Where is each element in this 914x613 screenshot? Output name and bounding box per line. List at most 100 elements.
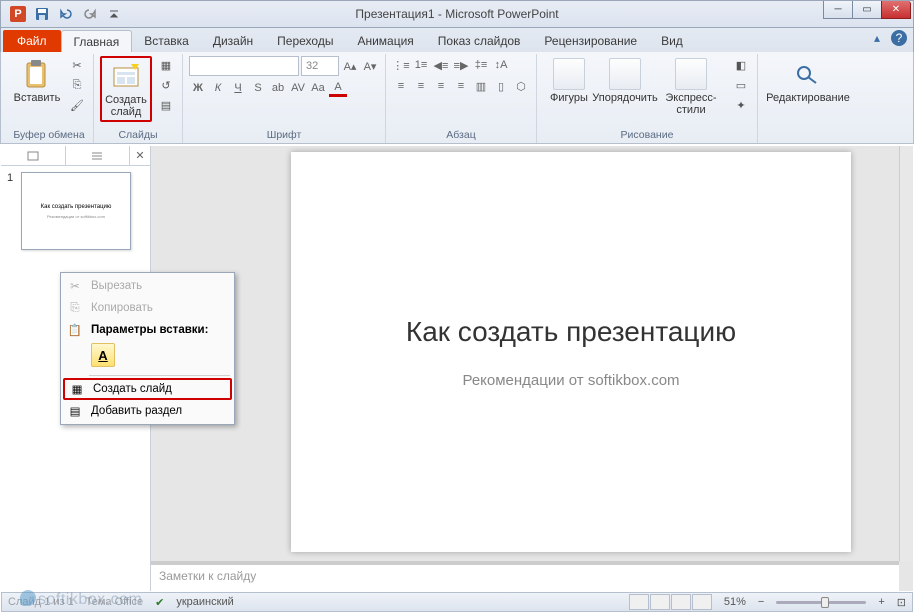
tab-design[interactable]: Дизайн — [201, 30, 265, 52]
statusbar: Слайд 1 из 1 Тема Office ✔ украинский 51… — [1, 592, 913, 612]
spell-check-icon[interactable]: ✔ — [155, 596, 164, 609]
fit-window-icon[interactable]: ⊡ — [897, 596, 906, 609]
save-icon[interactable] — [31, 4, 53, 24]
group-paragraph: ⋮≡ 1≡ ◀≡ ≡▶ ‡≡ ↕A ≡ ≡ ≡ ≡ ▥ ▯ ⬡ Абзац — [386, 54, 537, 143]
spacing-icon[interactable]: AV — [289, 79, 307, 97]
minimize-button[interactable]: ─ — [823, 1, 853, 19]
group-font: 32 A▴ A▾ Ж К Ч S ab AV Aa A Шрифт — [183, 54, 386, 143]
vertical-scrollbar[interactable] — [899, 146, 913, 561]
group-editing: Редактирование — [758, 54, 858, 143]
maximize-button[interactable]: ▭ — [852, 1, 882, 19]
slide-subtitle[interactable]: Рекомендации от softikbox.com — [462, 372, 679, 389]
copy-icon: ⎘ — [67, 300, 83, 316]
cm-paste-options-header: 📋 Параметры вставки: — [63, 319, 232, 341]
close-panel-icon[interactable]: ✕ — [130, 146, 150, 165]
indent-inc-icon[interactable]: ≡▶ — [452, 56, 470, 74]
cm-cut: ✂ Вырезать — [63, 275, 232, 297]
qat-customize-icon[interactable] — [103, 4, 125, 24]
file-tab[interactable]: Файл — [3, 30, 61, 52]
slide-editor[interactable]: Как создать презентацию Рекомендации от … — [151, 146, 913, 591]
scissors-icon: ✂ — [67, 278, 83, 294]
tab-animation[interactable]: Анимация — [345, 30, 425, 52]
help-icon[interactable]: ? — [891, 30, 907, 46]
align-right-icon[interactable]: ≡ — [432, 77, 450, 95]
indent-dec-icon[interactable]: ◀≡ — [432, 56, 450, 74]
font-color-icon[interactable]: A — [329, 79, 347, 97]
cm-copy: ⎘ Копировать — [63, 297, 232, 319]
tab-insert[interactable]: Вставка — [132, 30, 201, 52]
align-text-icon[interactable]: ▯ — [492, 77, 510, 95]
quick-styles-button[interactable]: Экспресс-стили — [655, 56, 727, 118]
font-name-combo[interactable] — [189, 56, 299, 76]
shapes-button[interactable]: Фигуры — [543, 56, 595, 106]
ribbon-tabs: Файл Главная Вставка Дизайн Переходы Ани… — [0, 28, 914, 52]
close-button[interactable]: ✕ — [881, 1, 911, 19]
undo-icon[interactable] — [55, 4, 77, 24]
align-center-icon[interactable]: ≡ — [412, 77, 430, 95]
layout-icon[interactable]: ▦ — [156, 56, 176, 74]
shape-effects-icon[interactable]: ✦ — [731, 96, 751, 114]
slide-canvas[interactable]: Как создать презентацию Рекомендации от … — [291, 152, 851, 552]
zoom-level[interactable]: 51% — [724, 596, 746, 608]
redo-icon[interactable] — [79, 4, 101, 24]
case-icon[interactable]: Aa — [309, 79, 327, 97]
normal-view-button[interactable] — [629, 594, 649, 610]
group-slides: Создать слайд ▦ ↺ ▤ Слайды — [94, 54, 183, 143]
shape-fill-icon[interactable]: ◧ — [731, 56, 751, 74]
italic-icon[interactable]: К — [209, 79, 227, 97]
bold-icon[interactable]: Ж — [189, 79, 207, 97]
zoom-slider[interactable] — [776, 601, 866, 604]
minimize-ribbon-icon[interactable]: ▴ — [869, 30, 885, 46]
zoom-out-icon[interactable]: − — [758, 596, 764, 608]
slide-thumbnail[interactable]: 1 Как создать презентацию Рекомендации о… — [7, 172, 144, 250]
text-direction-icon[interactable]: ↕A — [492, 56, 510, 74]
sorter-view-button[interactable] — [650, 594, 670, 610]
bullets-icon[interactable]: ⋮≡ — [392, 56, 410, 74]
numbering-icon[interactable]: 1≡ — [412, 56, 430, 74]
app-menu-icon[interactable]: P — [7, 4, 29, 24]
tab-slideshow[interactable]: Показ слайдов — [426, 30, 533, 52]
cut-icon[interactable]: ✂ — [67, 56, 87, 74]
tab-view[interactable]: Вид — [649, 30, 695, 52]
slide-title[interactable]: Как создать презентацию — [406, 316, 736, 348]
view-buttons — [629, 594, 712, 610]
format-painter-icon[interactable]: 🖌 — [67, 96, 87, 114]
paste-option-keep-text[interactable]: A — [91, 343, 115, 367]
section-icon: ▤ — [67, 403, 83, 419]
new-slide-button[interactable]: Создать слайд — [100, 56, 152, 122]
copy-icon[interactable]: ⎘ — [67, 76, 87, 94]
section-icon[interactable]: ▤ — [156, 96, 176, 114]
cm-add-section[interactable]: ▤ Добавить раздел — [63, 400, 232, 422]
underline-icon[interactable]: Ч — [229, 79, 247, 97]
reset-icon[interactable]: ↺ — [156, 76, 176, 94]
arrange-button[interactable]: Упорядочить — [599, 56, 651, 106]
shape-outline-icon[interactable]: ▭ — [731, 76, 751, 94]
justify-icon[interactable]: ≡ — [452, 77, 470, 95]
smartart-icon[interactable]: ⬡ — [512, 77, 530, 95]
outline-tab[interactable] — [66, 146, 131, 165]
grow-font-icon[interactable]: A▴ — [341, 57, 359, 75]
group-drawing: Фигуры Упорядочить Экспресс-стили ◧ ▭ ✦ … — [537, 54, 758, 143]
slideshow-view-button[interactable] — [692, 594, 712, 610]
font-size-combo[interactable]: 32 — [301, 56, 339, 76]
slides-tab[interactable] — [1, 146, 66, 165]
cm-new-slide[interactable]: ▦ Создать слайд — [63, 378, 232, 400]
reading-view-button[interactable] — [671, 594, 691, 610]
language-indicator[interactable]: украинский — [176, 596, 233, 608]
editing-button[interactable]: Редактирование — [764, 56, 852, 106]
columns-icon[interactable]: ▥ — [472, 77, 490, 95]
context-menu: ✂ Вырезать ⎘ Копировать 📋 Параметры вста… — [60, 272, 235, 425]
line-spacing-icon[interactable]: ‡≡ — [472, 56, 490, 74]
quick-access-toolbar: P — [1, 4, 125, 24]
tab-review[interactable]: Рецензирование — [532, 30, 649, 52]
align-left-icon[interactable]: ≡ — [392, 77, 410, 95]
titlebar: P Презентация1 - Microsoft PowerPoint ─ … — [0, 0, 914, 28]
notes-pane[interactable]: Заметки к слайду — [151, 561, 899, 591]
zoom-in-icon[interactable]: + — [878, 596, 884, 608]
strike-icon[interactable]: S — [249, 79, 267, 97]
tab-transitions[interactable]: Переходы — [265, 30, 345, 52]
paste-button[interactable]: Вставить — [11, 56, 63, 106]
shadow-icon[interactable]: ab — [269, 79, 287, 97]
tab-home[interactable]: Главная — [61, 30, 133, 52]
shrink-font-icon[interactable]: A▾ — [361, 57, 379, 75]
